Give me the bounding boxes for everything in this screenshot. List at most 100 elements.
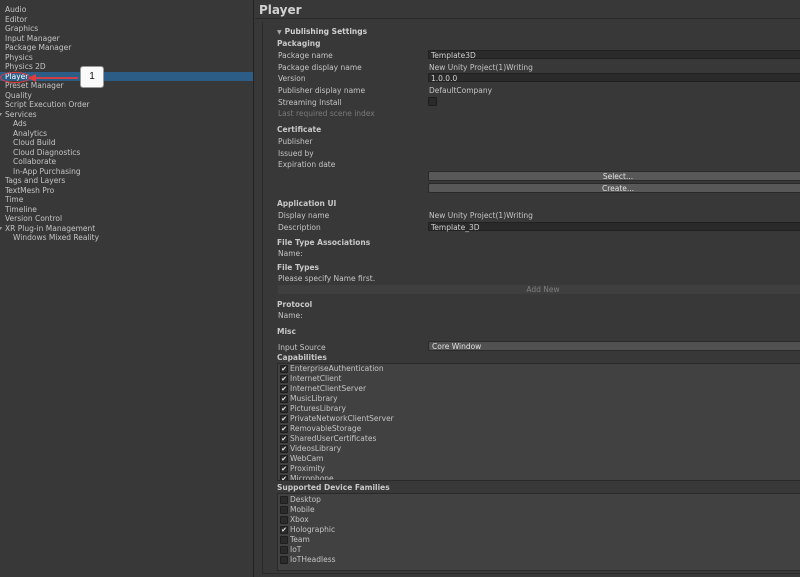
checkbox-row[interactable]: ✔ Holographic [278,525,800,535]
sidebar-item-label: Cloud Diagnostics [13,147,81,157]
sidebar-item-tags-and-layers[interactable]: Tags and Layers [0,176,253,186]
sidebar-item-windows-mixed-reality[interactable]: Windows Mixed Reality [0,233,253,243]
checkbox-checked-icon[interactable]: ✔ [280,405,288,413]
input-source-dropdown[interactable]: Core Window [428,341,800,351]
checkbox-row[interactable]: Desktop [278,495,800,505]
checkbox-row[interactable]: ✔ Proximity [278,464,800,474]
sidebar-item-label: Package Manager [5,43,72,52]
checkbox-row[interactable]: IoT [278,545,800,555]
sidebar-item-cloud-build[interactable]: Cloud Build [0,138,253,148]
file-types-header: File Types [277,263,319,272]
checkbox-label: IoTHeadless [290,555,336,564]
sidebar-item-script-execution-order[interactable]: Script Execution Order [0,100,253,110]
foldout-arrow-icon[interactable]: ▾ [0,110,2,120]
checkbox-checked-icon[interactable]: ✔ [280,526,288,534]
certificate-header: Certificate [277,125,322,134]
publishing-settings-foldout[interactable]: ▼ Publishing Settings [277,27,367,36]
sidebar-item-physics[interactable]: Physics [0,53,253,63]
annotation-highlight-circle [0,72,30,83]
checkbox-checked-icon[interactable]: ✔ [280,445,288,453]
sidebar-item-textmesh-pro[interactable]: TextMesh Pro [0,186,253,196]
checkbox-row[interactable]: ✔ MusicLibrary [278,394,800,404]
checkbox-row[interactable]: ✔ PicturesLibrary [278,404,800,414]
device-families-list[interactable]: Desktop Mobile Xbox ✔ Holographic Team IoT IoTH… [277,493,800,571]
checkbox-checked-icon[interactable]: ✔ [280,415,288,423]
sidebar-item-physics-2d[interactable]: Physics 2D [0,62,253,72]
streaming-install-checkbox[interactable] [428,97,437,106]
checkbox-checked-icon[interactable]: ✔ [280,385,288,393]
sidebar-item-timeline[interactable]: Timeline [0,205,253,215]
file-type-assoc-name-label: Name: [278,249,303,258]
sidebar-item-label: Audio [5,5,27,14]
package-name-field[interactable]: Template3D [428,50,800,60]
sidebar-item-label: In-App Purchasing [13,166,81,176]
add-new-file-type-button[interactable]: Add New [278,285,800,294]
sidebar-item-label: Editor [5,14,28,24]
sidebar-item-xr-plug-in-management[interactable]: ▾ XR Plug-in Management [0,224,253,234]
checkbox-checked-icon[interactable]: ✔ [280,375,288,383]
checkbox-unchecked-icon[interactable] [280,556,288,564]
sidebar-item-editor[interactable]: Editor [0,15,253,25]
checkbox-unchecked-icon[interactable] [280,546,288,554]
checkbox-row[interactable]: IoTHeadless [278,555,800,565]
sidebar-item-graphics[interactable]: Graphics [0,24,253,34]
select-certificate-button[interactable]: Select... [428,171,800,181]
checkbox-row[interactable]: Mobile [278,505,800,515]
publishing-settings-frame: ▼ Publishing Settings Packaging Package n… [262,22,800,574]
sidebar-item-label: Input Manager [5,33,60,43]
checkbox-row[interactable]: ✔ InternetClient [278,374,800,384]
sidebar-item-package-manager[interactable]: Package Manager [0,43,253,53]
sidebar-item-label: TextMesh Pro [5,185,55,195]
checkbox-checked-icon[interactable]: ✔ [280,435,288,443]
checkbox-unchecked-icon[interactable] [280,506,288,514]
checkbox-checked-icon[interactable]: ✔ [280,425,288,433]
sidebar-item-collaborate[interactable]: Collaborate [0,157,253,167]
checkbox-row[interactable]: ✔ VideosLibrary [278,444,800,454]
app-description-label: Description [278,223,321,232]
sidebar-item-quality[interactable]: Quality [0,91,253,101]
inspector-scrollbar[interactable] [787,0,800,577]
page-title: Player [259,3,302,17]
sidebar-item-in-app-purchasing[interactable]: In-App Purchasing [0,167,253,177]
checkbox-row[interactable]: ✔ RemovableStorage [278,424,800,434]
checkbox-checked-icon[interactable]: ✔ [280,455,288,463]
streaming-install-label: Streaming Install [278,98,342,107]
app-description-field[interactable]: Template_3D [428,222,800,232]
sidebar-item-analytics[interactable]: Analytics [0,129,253,139]
sidebar-item-label: Time [5,195,24,204]
checkbox-row[interactable]: ✔ SharedUserCertificates [278,434,800,444]
checkbox-unchecked-icon[interactable] [280,536,288,544]
checkbox-checked-icon[interactable]: ✔ [280,465,288,473]
sidebar-item-services[interactable]: ▾ Services [0,110,253,120]
sidebar-item-label: Script Execution Order [5,100,90,109]
checkbox-checked-icon[interactable]: ✔ [280,365,288,373]
file-type-associations-header: File Type Associations [277,238,371,247]
package-display-name-value: New Unity Project(1)Writing [429,63,533,72]
capabilities-list[interactable]: ✔ EnterpriseAuthentication ✔ InternetClient… [277,363,800,481]
checkbox-row[interactable]: ✔ EnterpriseAuthentication [278,364,800,374]
checkbox-row[interactable]: ✔ InternetClientServer [278,384,800,394]
checkbox-checked-icon[interactable]: ✔ [280,395,288,403]
settings-category-list: Audio Editor Graphics Input Manager Package … [0,0,254,577]
app-display-name-value: New Unity Project(1)Writing [429,211,533,220]
publishing-settings-title: Publishing Settings [284,27,368,36]
checkbox-checked-icon[interactable]: ✔ [280,475,288,480]
sidebar-item-version-control[interactable]: Version Control [0,214,253,224]
foldout-arrow-icon[interactable]: ▾ [0,224,2,234]
checkbox-row[interactable]: ✔ PrivateNetworkClientServer [278,414,800,424]
sidebar-item-ads[interactable]: Ads [0,119,253,129]
sidebar-item-label: Timeline [5,204,37,214]
checkbox-row[interactable]: ✔ Microphone [278,474,800,480]
sidebar-item-cloud-diagnostics[interactable]: Cloud Diagnostics [0,148,253,158]
checkbox-row[interactable]: Team [278,535,800,545]
sidebar-item-audio[interactable]: Audio [0,5,253,15]
checkbox-unchecked-icon[interactable] [280,496,288,504]
create-certificate-button[interactable]: Create... [428,183,800,193]
checkbox-unchecked-icon[interactable] [280,516,288,524]
checkbox-row[interactable]: ✔ WebCam [278,454,800,464]
sidebar-item-time[interactable]: Time [0,195,253,205]
version-field[interactable]: 1.0.0.0 [428,73,800,83]
sidebar-item-input-manager[interactable]: Input Manager [0,34,253,44]
checkbox-row[interactable]: Xbox [278,515,800,525]
annotation-step-badge: 1 [80,66,104,88]
